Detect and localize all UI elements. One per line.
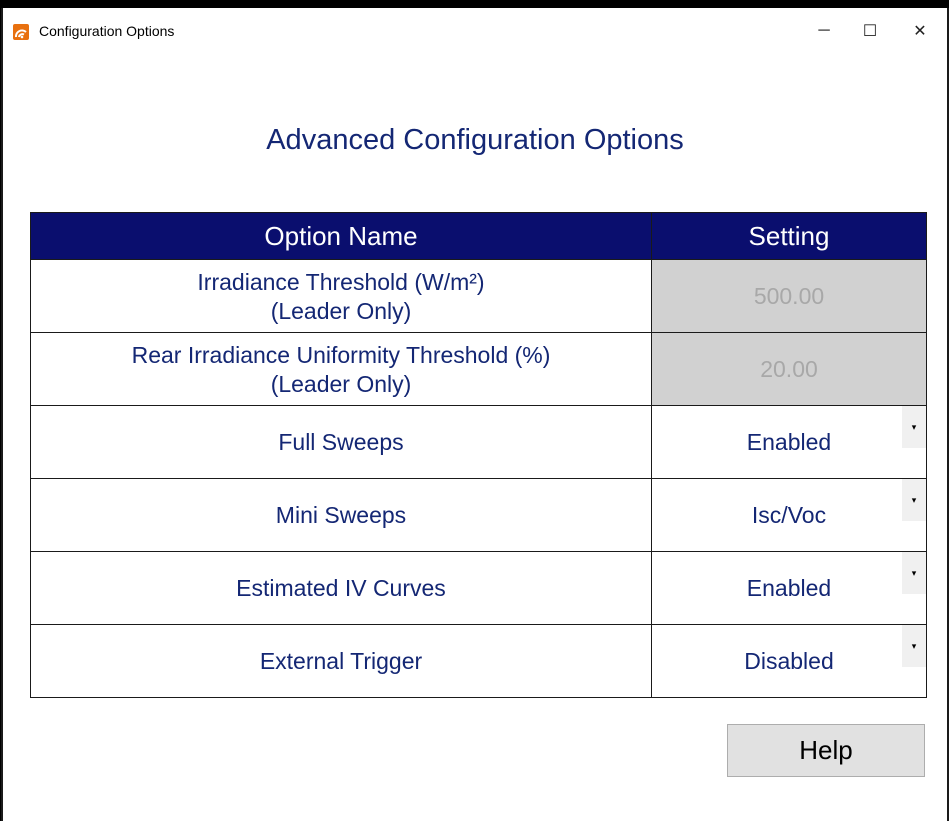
mini-sweeps-value: Isc/Voc (751, 501, 827, 528)
option-name-line: Irradiance Threshold (W/m²) (197, 269, 485, 295)
page-title: Advanced Configuration Options (266, 124, 684, 156)
column-header-option-name: Option Name (30, 212, 652, 260)
maximize-button[interactable]: ☐ (847, 8, 893, 54)
configuration-options-window: Configuration Options ─ ☐ ✕ Advanced Con… (1, 8, 949, 821)
close-icon: ✕ (913, 23, 927, 40)
maximize-icon: ☐ (862, 23, 878, 40)
rear-irradiance-uniformity-field[interactable]: 20.00 (651, 332, 927, 406)
external-trigger-select[interactable]: Disabled ▾ (651, 624, 927, 698)
option-name-note: (Leader Only) (270, 298, 412, 324)
close-button[interactable]: ✕ (897, 8, 943, 54)
configuration-table: Option Name Setting Irradiance Threshold… (30, 212, 927, 698)
table-row-full-sweeps: Full Sweeps Enabled ▾ (30, 405, 927, 479)
option-name-external-trigger: External Trigger (30, 624, 652, 698)
table-header-row: Option Name Setting (30, 212, 927, 260)
full-sweeps-select[interactable]: Enabled ▾ (651, 405, 927, 479)
table-row-irradiance-threshold: Irradiance Threshold (W/m²) (Leader Only… (30, 259, 927, 333)
option-name-line: Rear Irradiance Uniformity Threshold (%) (131, 342, 551, 368)
mini-sweeps-select[interactable]: Isc/Voc ▾ (651, 478, 927, 552)
minimize-button[interactable]: ─ (801, 8, 847, 54)
app-logo-icon (13, 24, 29, 40)
dropdown-arrow-icon[interactable]: ▾ (902, 552, 926, 594)
option-name-irradiance-threshold: Irradiance Threshold (W/m²) (Leader Only… (30, 259, 652, 333)
table-row-mini-sweeps: Mini Sweeps Isc/Voc ▾ (30, 478, 927, 552)
option-name-rear-irradiance-uniformity: Rear Irradiance Uniformity Threshold (%)… (30, 332, 652, 406)
minimize-icon: ─ (818, 22, 830, 39)
estimated-iv-curves-value: Enabled (746, 574, 832, 601)
option-name-mini-sweeps: Mini Sweeps (30, 478, 652, 552)
column-header-setting: Setting (651, 212, 927, 260)
help-button[interactable]: Help (727, 724, 925, 777)
full-sweeps-value: Enabled (746, 428, 832, 455)
option-name-estimated-iv-curves: Estimated IV Curves (30, 551, 652, 625)
external-trigger-value: Disabled (744, 647, 834, 674)
estimated-iv-curves-select[interactable]: Enabled ▾ (651, 551, 927, 625)
window-title: Configuration Options (39, 23, 175, 39)
table-row-estimated-iv-curves: Estimated IV Curves Enabled ▾ (30, 551, 927, 625)
title-bar[interactable]: Configuration Options ─ ☐ ✕ (3, 8, 947, 54)
dropdown-arrow-icon[interactable]: ▾ (902, 625, 926, 667)
irradiance-threshold-field[interactable]: 500.00 (651, 259, 927, 333)
option-name-full-sweeps: Full Sweeps (30, 405, 652, 479)
option-name-note: (Leader Only) (270, 371, 412, 397)
dropdown-arrow-icon[interactable]: ▾ (902, 406, 926, 448)
table-row-rear-irradiance-uniformity: Rear Irradiance Uniformity Threshold (%)… (30, 332, 927, 406)
dropdown-arrow-icon[interactable]: ▾ (902, 479, 926, 521)
table-row-external-trigger: External Trigger Disabled ▾ (30, 624, 927, 698)
